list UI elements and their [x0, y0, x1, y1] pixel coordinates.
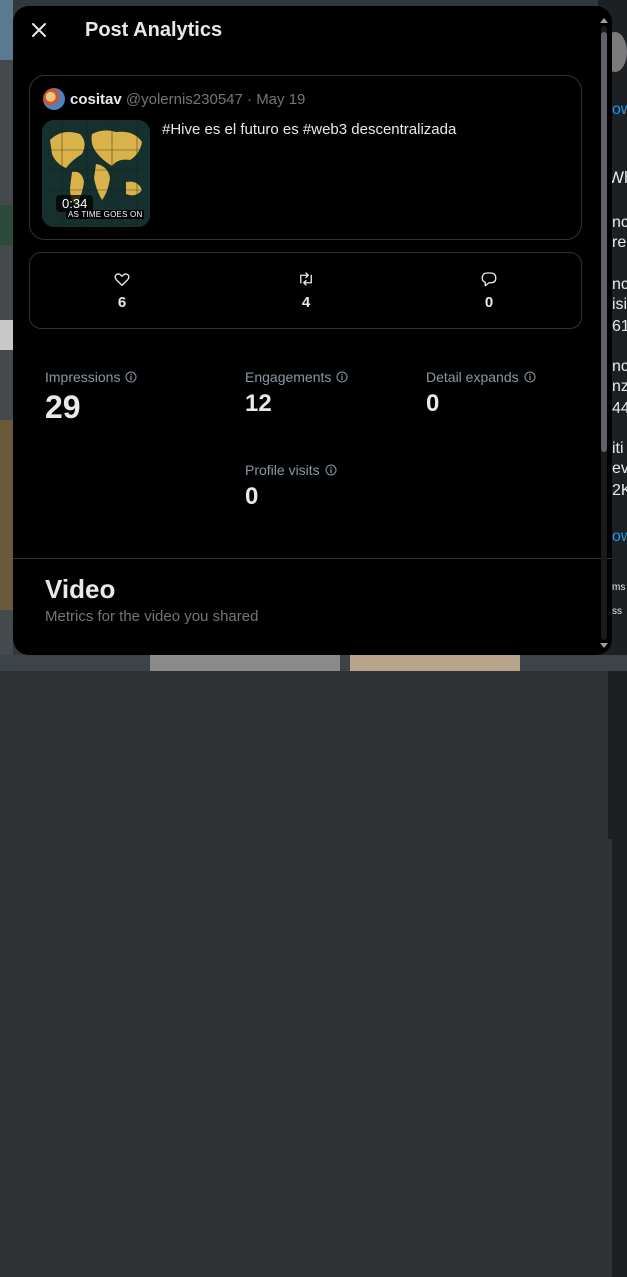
- modal-header: Post Analytics: [13, 6, 612, 58]
- thumbnail-caption: AS TIME GOES ON: [66, 210, 145, 219]
- detail-expands-stat: Detail expands 0: [426, 369, 536, 418]
- engagements-label: Engagements: [245, 369, 332, 385]
- reposts-metric: 4: [246, 253, 366, 328]
- separator-dot: ·: [247, 91, 253, 108]
- video-section-subtitle: Metrics for the video you shared: [45, 608, 259, 625]
- impressions-stat: Impressions 29: [45, 369, 137, 426]
- close-button[interactable]: [27, 18, 51, 42]
- impressions-label-row: Impressions: [45, 369, 137, 385]
- engagements-value: 12: [245, 390, 272, 417]
- profile-visits-stat: Profile visits 0: [245, 462, 337, 511]
- profile-visits-value: 0: [245, 483, 259, 510]
- modal-scrollbar[interactable]: [599, 18, 609, 648]
- replies-count: 0: [484, 294, 494, 311]
- likes-count: 6: [117, 294, 127, 311]
- likes-metric: 6: [62, 253, 182, 328]
- reply-icon: [481, 272, 497, 287]
- profile-visits-label: Profile visits: [245, 462, 320, 478]
- repost-icon: [300, 272, 312, 286]
- scroll-up-arrow-icon[interactable]: [600, 18, 608, 23]
- info-icon[interactable]: [524, 371, 536, 383]
- background-left-column: [0, 0, 13, 671]
- info-icon[interactable]: [125, 371, 137, 383]
- post-date[interactable]: May 19: [256, 91, 305, 108]
- profile-visits-label-row: Profile visits: [245, 462, 337, 478]
- post-author-line: cositav @yolernis230547 · May 19: [70, 91, 305, 108]
- author-name[interactable]: cositav: [70, 91, 122, 108]
- detail-expands-value: 0: [426, 390, 440, 417]
- video-section-title: Video: [45, 574, 116, 604]
- info-icon[interactable]: [336, 371, 348, 383]
- post-analytics-modal: Post Analytics cositav @yolernis230547 ·…: [13, 6, 612, 655]
- section-divider: [13, 558, 612, 559]
- detail-expands-label-row: Detail expands: [426, 369, 536, 385]
- engagement-counts-card: 6 4 0: [29, 252, 582, 329]
- background-bottom-strip: [0, 655, 627, 671]
- avatar[interactable]: [43, 88, 65, 110]
- engagements-stat: Engagements 12: [245, 369, 348, 418]
- video-thumbnail[interactable]: 0:34 AS TIME GOES ON: [42, 120, 150, 227]
- bg-snippet: ss: [612, 606, 627, 1277]
- post-preview-card[interactable]: cositav @yolernis230547 · May 19 0:34 AS…: [29, 75, 582, 240]
- close-icon: [32, 23, 46, 37]
- replies-metric: 0: [429, 253, 549, 328]
- author-handle[interactable]: @yolernis230547: [126, 91, 243, 108]
- impressions-value: 29: [45, 389, 81, 425]
- reposts-count: 4: [301, 294, 311, 311]
- scroll-down-arrow-icon[interactable]: [600, 643, 608, 648]
- heart-icon: [114, 273, 130, 287]
- info-icon[interactable]: [325, 464, 337, 476]
- modal-title: Post Analytics: [85, 19, 223, 41]
- detail-expands-label: Detail expands: [426, 369, 519, 385]
- impressions-label: Impressions: [45, 369, 121, 385]
- scrollbar-thumb[interactable]: [601, 32, 607, 452]
- engagements-label-row: Engagements: [245, 369, 348, 385]
- post-text: #Hive es el futuro es #web3 descentraliz…: [162, 121, 457, 138]
